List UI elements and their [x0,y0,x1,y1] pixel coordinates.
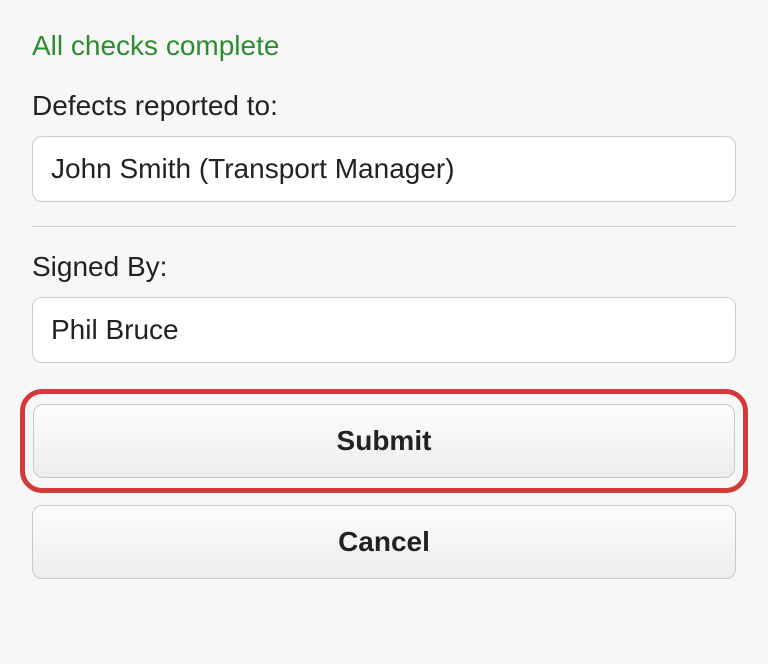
divider [32,226,736,227]
defects-reported-to-label: Defects reported to: [32,90,736,122]
cancel-button[interactable]: Cancel [32,505,736,579]
defects-reported-to-input[interactable] [32,136,736,202]
submit-highlight: Submit [20,389,748,493]
status-text: All checks complete [32,30,736,62]
signed-by-label: Signed By: [32,251,736,283]
submit-button[interactable]: Submit [33,404,735,478]
signed-by-input[interactable] [32,297,736,363]
